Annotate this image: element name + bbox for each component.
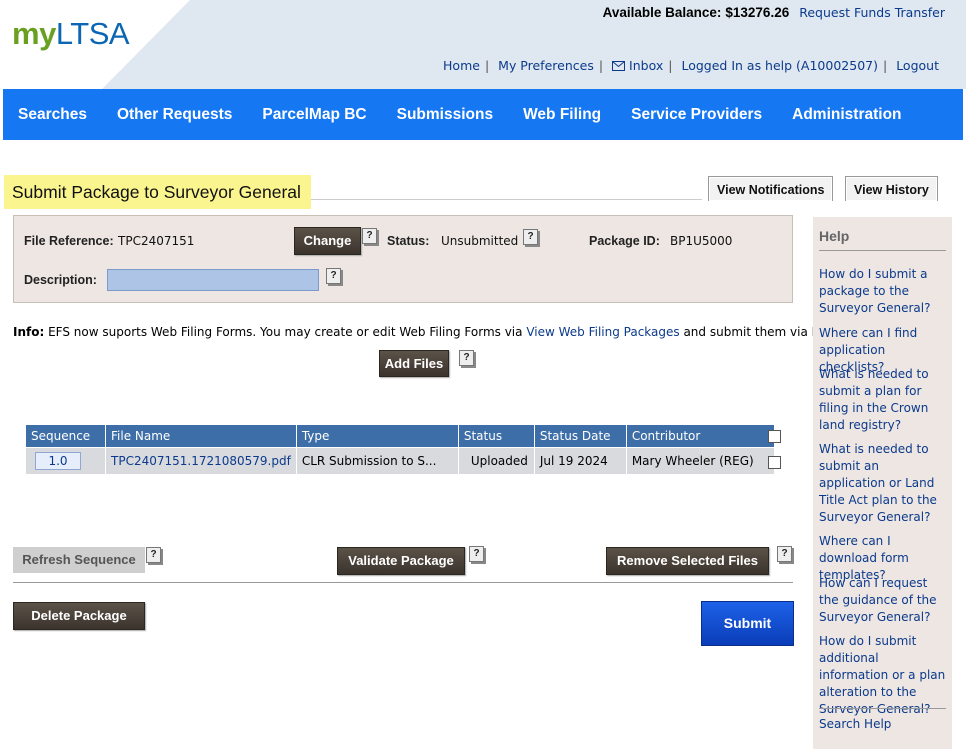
col-status[interactable]: Status (458, 425, 535, 448)
submit-button[interactable]: Submit (701, 601, 794, 646)
type-cell: CLR Submission to S... (296, 447, 459, 474)
description-label: Description: (24, 273, 97, 287)
nav-web-filing[interactable]: Web Filing (523, 106, 601, 124)
help-icon[interactable]: ? (146, 547, 161, 563)
help-link-crown-land[interactable]: What is needed to submit a plan for fili… (819, 366, 947, 434)
help-icon[interactable]: ? (469, 546, 484, 562)
divider (13, 582, 793, 583)
row-checkbox[interactable] (768, 456, 781, 469)
help-divider (819, 250, 946, 251)
package-id-label: Package ID: (589, 234, 660, 248)
sequence-input[interactable]: 1.0 (35, 452, 81, 470)
top-links: Home | My Preferences | Inbox | Logged In a… (438, 58, 944, 73)
search-help-link[interactable]: Search Help (819, 716, 947, 733)
delete-package-button[interactable]: Delete Package (13, 602, 145, 630)
status-label: Status: (387, 234, 430, 248)
help-icon[interactable]: ? (326, 268, 341, 284)
info-label: Info: (13, 325, 45, 339)
nav-submissions[interactable]: Submissions (397, 106, 493, 124)
envelope-icon (612, 61, 626, 71)
description-input[interactable] (107, 269, 319, 291)
logout-link[interactable]: Logout (891, 58, 944, 73)
add-files-button[interactable]: Add Files (379, 350, 449, 377)
help-panel: Help How do I submit a package to the Su… (813, 217, 952, 749)
package-id-value: BP1U5000 (670, 234, 733, 248)
main-nav: Searches Other Requests ParcelMap BC Sub… (3, 89, 963, 140)
table-row: 1.0 TPC2407151.1721080579.pdf CLR Submis… (26, 447, 775, 474)
col-contributor[interactable]: Contributor (626, 425, 775, 448)
col-file-name[interactable]: File Name (105, 425, 297, 448)
status-cell: Uploaded (458, 447, 535, 474)
nav-service-providers[interactable]: Service Providers (631, 106, 762, 124)
nav-administration[interactable]: Administration (792, 106, 901, 124)
nav-other-requests[interactable]: Other Requests (117, 106, 232, 124)
remove-selected-files-button[interactable]: Remove Selected Files (606, 547, 769, 575)
refresh-sequence-button[interactable]: Refresh Sequence (13, 547, 145, 573)
logged-in-link[interactable]: Logged In as help (A10002507) (676, 58, 883, 73)
contributor-cell: Mary Wheeler (REG) (626, 447, 775, 474)
help-icon[interactable]: ? (523, 229, 538, 245)
divider: | (484, 58, 490, 73)
balance-label: Available Balance: (602, 5, 722, 20)
logo-ltsa: LTSA (55, 16, 130, 51)
home-link[interactable]: Home (438, 58, 485, 73)
view-notifications-button[interactable]: View Notifications (708, 176, 834, 201)
info-text-before: EFS now suports Web Filing Forms. You ma… (44, 325, 527, 339)
status-date-cell: Jul 19 2024 (534, 447, 627, 474)
files-table: Sequence File Name Type Status Status Da… (26, 425, 775, 474)
info-message: Info: EFS now suports Web Filing Forms. … (13, 325, 837, 339)
logo[interactable]: myLTSA (12, 16, 130, 52)
inbox-link[interactable]: Inbox (607, 58, 668, 73)
nav-parcelmap-bc[interactable]: ParcelMap BC (262, 106, 366, 124)
view-web-filing-packages-link[interactable]: View Web Filing Packages (526, 325, 679, 339)
page-title: Submit Package to Surveyor General (4, 175, 311, 209)
inbox-label: Inbox (629, 58, 664, 73)
help-icon[interactable]: ? (362, 228, 377, 244)
help-link-submit-package[interactable]: How do I submit a package to the Surveyo… (819, 266, 947, 317)
logo-my: my (12, 16, 56, 51)
divider: | (598, 58, 604, 73)
help-divider (819, 708, 946, 709)
view-history-button[interactable]: View History (845, 176, 938, 201)
file-reference-value: TPC2407151 (118, 234, 195, 248)
divider: | (882, 58, 888, 73)
balance-value: $13276.26 (725, 5, 790, 20)
preferences-link[interactable]: My Preferences (493, 58, 599, 73)
col-type[interactable]: Type (296, 425, 459, 448)
help-icon[interactable]: ? (777, 546, 792, 562)
sequence-cell: 1.0 (26, 447, 106, 474)
col-sequence[interactable]: Sequence (26, 425, 106, 448)
divider: | (668, 58, 673, 73)
col-status-date[interactable]: Status Date (534, 425, 627, 448)
select-all-checkbox[interactable] (768, 430, 781, 443)
request-funds-link[interactable]: Request Funds Transfer (799, 5, 945, 20)
file-reference-label: File Reference: (24, 234, 114, 248)
nav-searches[interactable]: Searches (18, 106, 87, 124)
file-name-link[interactable]: TPC2407151.1721080579.pdf (111, 454, 291, 468)
status-value: Unsubmitted (441, 234, 519, 248)
table-header-row: Sequence File Name Type Status Status Da… (26, 425, 775, 448)
validate-package-button[interactable]: Validate Package (337, 547, 465, 575)
file-name-cell: TPC2407151.1721080579.pdf (105, 447, 297, 474)
help-title: Help (819, 228, 850, 244)
balance-area: Available Balance: $13276.26 Request Fun… (603, 5, 945, 20)
help-link-guidance[interactable]: How can I request the guidance of the Su… (819, 575, 947, 626)
package-details-panel: File Reference: TPC2407151 Change ? Stat… (13, 215, 793, 303)
change-button[interactable]: Change (294, 227, 361, 255)
help-icon[interactable]: ? (459, 350, 474, 366)
help-link-land-title-act[interactable]: What is needed to submit an application … (819, 441, 947, 526)
help-link-additional-info[interactable]: How do I submit additional information o… (819, 633, 947, 718)
